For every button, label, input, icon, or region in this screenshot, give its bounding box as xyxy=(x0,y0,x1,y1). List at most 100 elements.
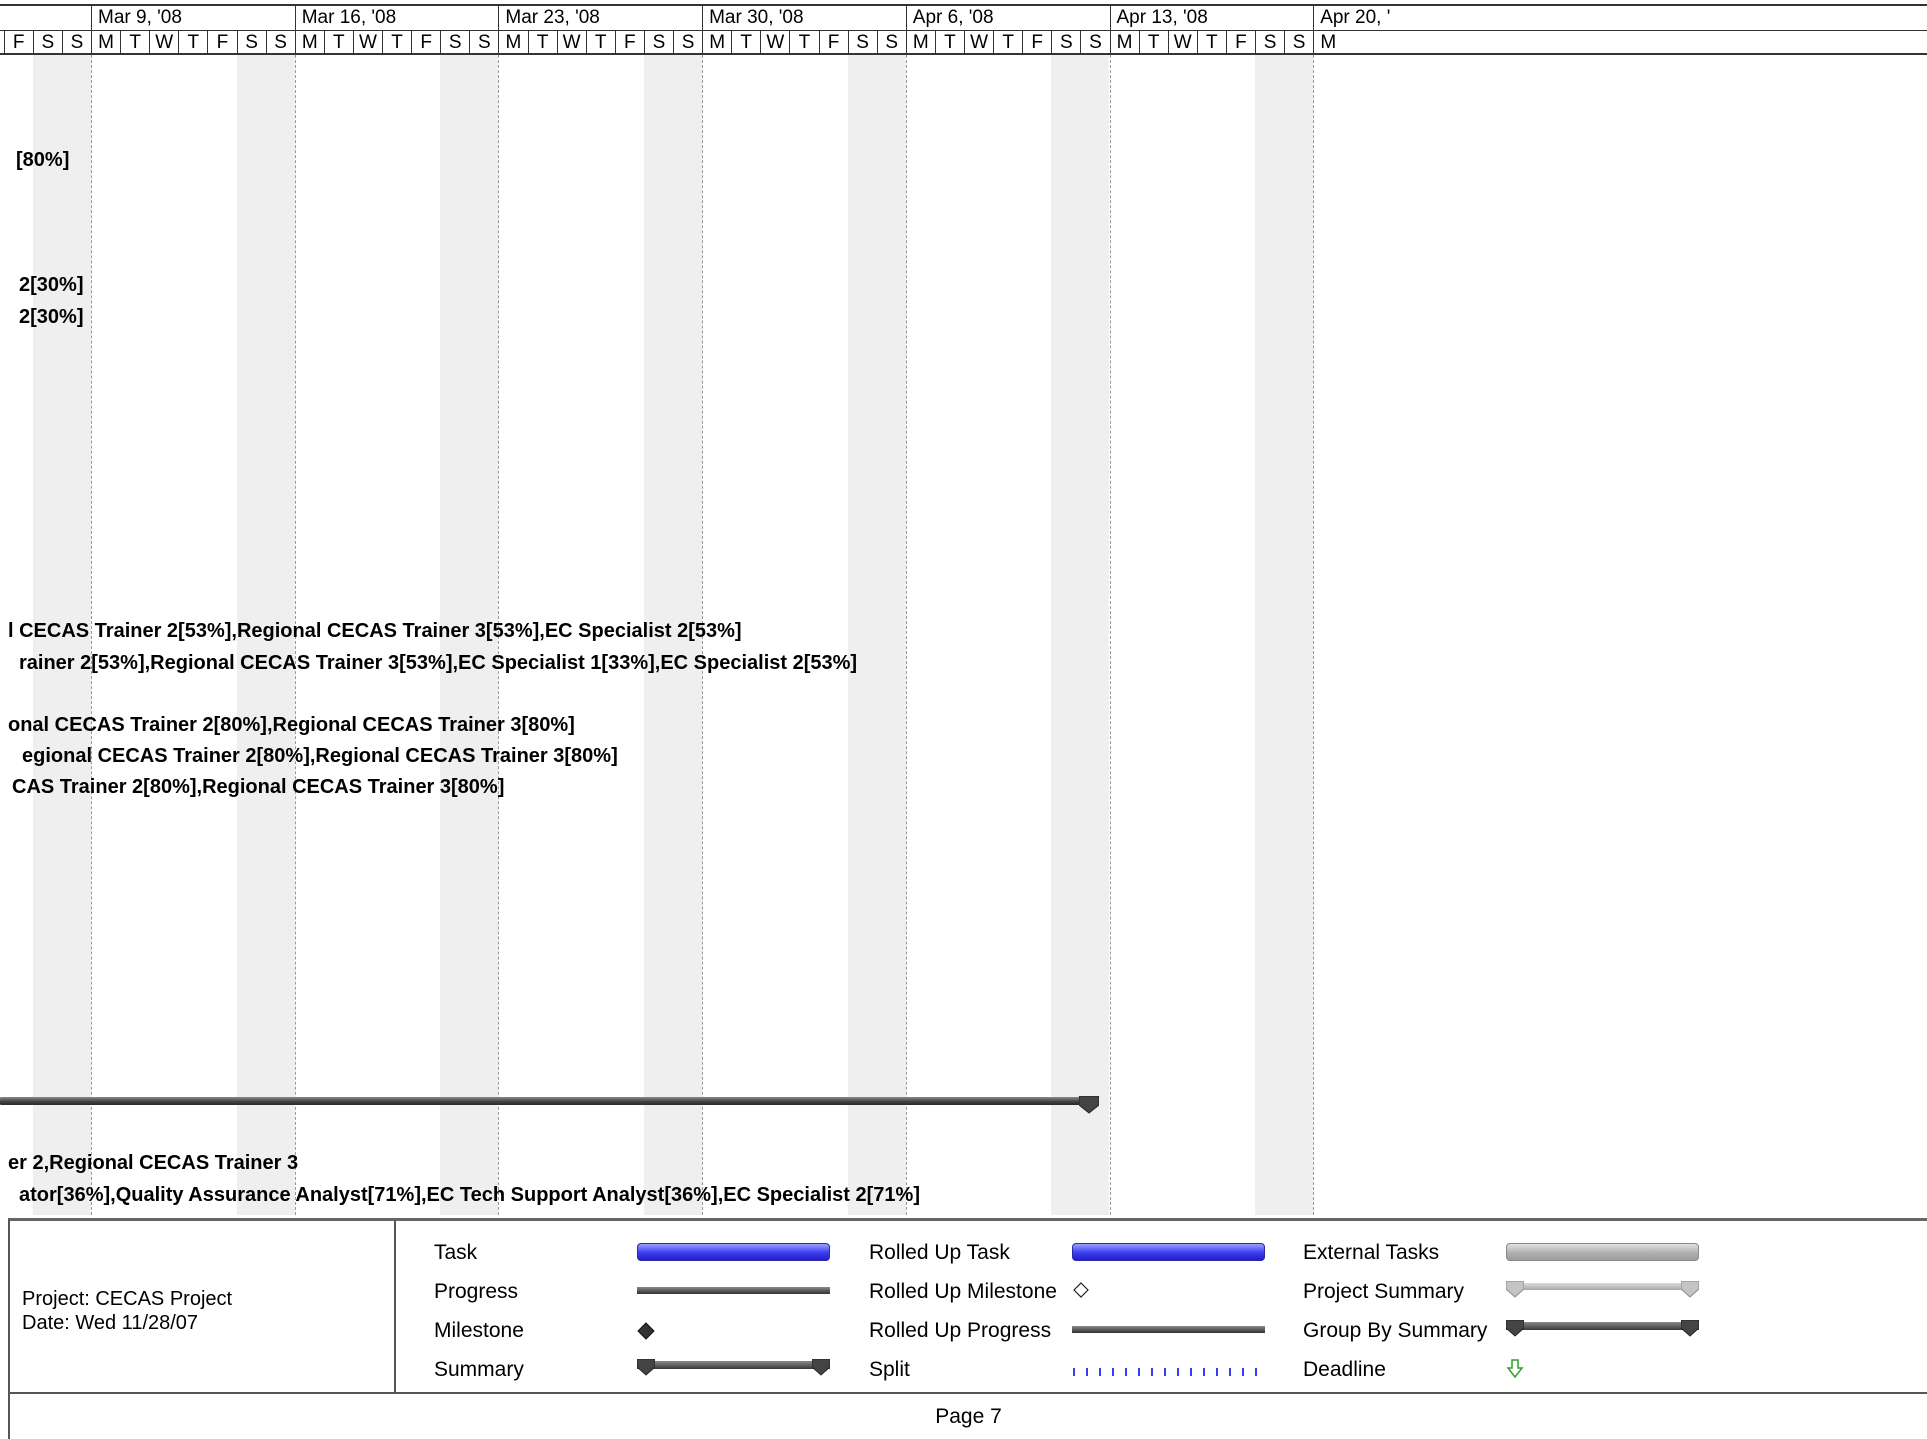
page-number: Page 7 xyxy=(935,1405,1002,1428)
day-header-cell: F xyxy=(207,30,236,55)
task-resource-label: er 2,Regional CECAS Trainer 3 xyxy=(8,1152,299,1174)
task-resource-label: CAS Trainer 2[80%],Regional CECAS Traine… xyxy=(12,776,505,798)
day-header-cell: S xyxy=(673,30,702,55)
summary-end-marker-icon xyxy=(1079,1096,1099,1114)
day-header-cell: M xyxy=(905,30,935,55)
day-header-cell: F xyxy=(1225,30,1255,55)
legend-label-external-tasks: External Tasks xyxy=(1303,1241,1440,1264)
day-header-cell: T xyxy=(323,30,353,55)
summary-bar[interactable] xyxy=(0,1097,1098,1105)
project-name: Project: CECAS Project xyxy=(22,1288,233,1310)
deadline-arrow-icon xyxy=(1506,1359,1524,1379)
week-header-cell: Apr 20, ' xyxy=(1313,6,1517,30)
day-header-cell: W xyxy=(964,30,993,55)
day-header-cell: T xyxy=(789,30,818,55)
task-resource-label: ator[36%],Quality Assurance Analyst[71%]… xyxy=(19,1184,920,1206)
day-header-cell: T xyxy=(1138,30,1168,55)
gantt-chart-area: Mar 9, '08 Mar 16, '08 Mar 23, '08 Mar 30, … xyxy=(0,0,1927,1216)
day-header-cell: S xyxy=(1051,30,1080,55)
project-summary-start-icon xyxy=(1506,1281,1524,1298)
day-header-cell: F xyxy=(614,30,644,55)
day-header-cell: S xyxy=(440,30,469,55)
split-dots-icon xyxy=(1073,1368,1257,1376)
day-header-cell: M xyxy=(702,30,731,55)
day-header-cell: F xyxy=(3,30,33,55)
legend-label-milestone: Milestone xyxy=(434,1319,524,1342)
day-header-cell: W xyxy=(556,30,586,55)
timescale-header: Mar 9, '08 Mar 16, '08 Mar 23, '08 Mar 30, … xyxy=(0,4,1927,55)
legend-label-task: Task xyxy=(434,1241,478,1264)
summary-start-marker-icon xyxy=(637,1359,655,1376)
rolled-up-task-bar-icon xyxy=(1072,1243,1265,1261)
week-header-cell: Mar 23, '08 xyxy=(498,6,702,30)
day-header-cell: M xyxy=(294,30,324,55)
day-header-cell: T xyxy=(178,30,207,55)
external-task-bar-icon xyxy=(1506,1243,1699,1261)
task-bar-icon xyxy=(637,1243,830,1261)
task-resource-label: l CECAS Trainer 2[53%],Regional CECAS Tr… xyxy=(8,620,742,642)
task-resource-label: [80%] xyxy=(16,149,70,171)
rolled-up-progress-bar-icon xyxy=(1072,1326,1265,1333)
day-header-cell: S xyxy=(469,30,498,55)
task-resource-label: onal CECAS Trainer 2[80%],Regional CECAS… xyxy=(8,714,575,736)
progress-bar-icon xyxy=(637,1287,830,1294)
day-header-cell: M xyxy=(1109,30,1139,55)
day-header-cell: F xyxy=(818,30,848,55)
project-date: Date: Wed 11/28/07 xyxy=(22,1312,199,1334)
day-header-cell: S xyxy=(236,30,266,55)
project-summary-bar-icon xyxy=(1506,1283,1699,1290)
day-header-cell: S xyxy=(1284,30,1313,55)
day-header-cell: T xyxy=(1196,30,1226,55)
legend-label-rolled-up-progress: Rolled Up Progress xyxy=(869,1319,1052,1342)
project-info: Project: CECAS Project Date: Wed 11/28/0… xyxy=(22,1287,232,1335)
day-header-cell: F xyxy=(411,30,440,55)
page-footer: Page 7 xyxy=(8,1394,1927,1439)
day-header-cell: T xyxy=(527,30,557,55)
legend-label-deadline: Deadline xyxy=(1303,1358,1386,1381)
milestone-diamond-icon xyxy=(637,1322,655,1340)
day-header-cell: S xyxy=(61,30,91,55)
project-summary-end-icon xyxy=(1681,1281,1699,1298)
summary-bar-icon xyxy=(637,1361,830,1369)
day-header-cell: F xyxy=(1022,30,1051,55)
day-header-cell: W xyxy=(149,30,178,55)
day-header-cell: T xyxy=(382,30,411,55)
legend-label-summary: Summary xyxy=(434,1358,524,1381)
rolled-up-milestone-icon xyxy=(1073,1282,1089,1298)
day-header-cell: T xyxy=(731,30,760,55)
legend-label-rolled-up-milestone: Rolled Up Milestone xyxy=(869,1280,1057,1303)
day-header-cell: S xyxy=(1255,30,1284,55)
week-header-cell: Mar 30, '08 xyxy=(702,6,906,30)
day-header-cell: W xyxy=(352,30,382,55)
day-header-cell: S xyxy=(1080,30,1109,55)
group-summary-start-icon xyxy=(1506,1320,1524,1337)
day-header-cell: M xyxy=(498,30,527,55)
day-header-cell: T xyxy=(934,30,964,55)
task-resource-label: egional CECAS Trainer 2[80%],Regional CE… xyxy=(22,745,618,767)
legend-label-progress: Progress xyxy=(434,1280,519,1303)
day-header-cell: W xyxy=(760,30,789,55)
day-header-cell: S xyxy=(643,30,673,55)
group-by-summary-bar-icon xyxy=(1506,1322,1699,1330)
day-header-cell: M xyxy=(91,30,120,55)
day-header-cell: T xyxy=(585,30,615,55)
day-header-cell: S xyxy=(32,30,62,55)
legend-panel: Project: CECAS Project Date: Wed 11/28/0… xyxy=(8,1218,1927,1394)
day-header-cell: M xyxy=(1313,30,1342,55)
legend-label-split: Split xyxy=(869,1358,910,1381)
task-resource-label: 2[30%] xyxy=(19,274,84,296)
day-header-cell: T xyxy=(120,30,149,55)
week-header-cell: Apr 13, '08 xyxy=(1109,6,1314,30)
task-resource-label: 2[30%] xyxy=(19,306,84,328)
task-resource-label: rainer 2[53%],Regional CECAS Trainer 3[5… xyxy=(19,652,858,674)
legend-label-project-summary: Project Summary xyxy=(1303,1280,1465,1303)
day-header-cell: S xyxy=(265,30,295,55)
day-header-cell: W xyxy=(1167,30,1197,55)
week-header-cell: Mar 9, '08 xyxy=(91,6,295,30)
week-header-cell: Mar 16, '08 xyxy=(294,6,499,30)
summary-end-marker-icon xyxy=(812,1359,830,1376)
legend-label-group-by-summary: Group By Summary xyxy=(1303,1319,1488,1342)
day-header-cell: T xyxy=(993,30,1022,55)
day-header-cell: S xyxy=(847,30,877,55)
week-header-cell: Apr 6, '08 xyxy=(905,6,1110,30)
